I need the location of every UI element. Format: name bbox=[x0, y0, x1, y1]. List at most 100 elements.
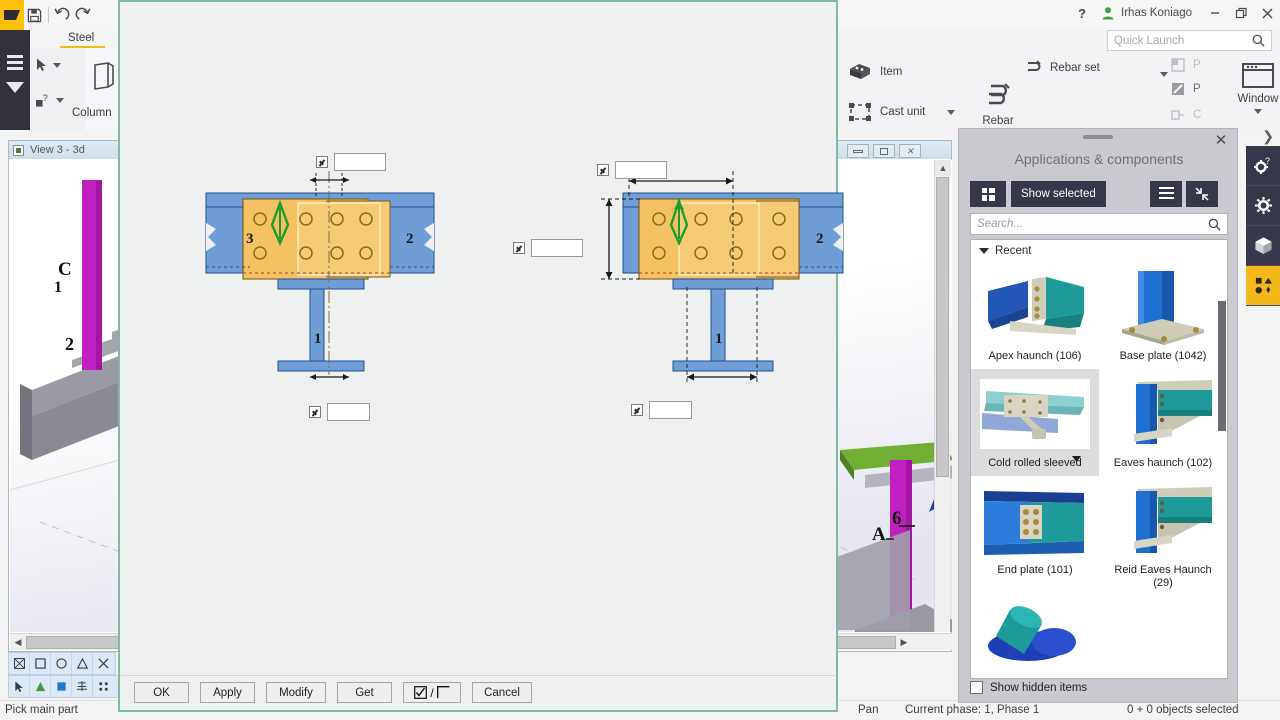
vertical-scroll-thumb[interactable] bbox=[936, 177, 949, 477]
chevron-down-icon[interactable] bbox=[1160, 72, 1168, 77]
cancel-button[interactable]: Cancel bbox=[472, 682, 532, 703]
component-tile-reid-eaves-haunch[interactable]: Reid Eaves Haunch (29) bbox=[1099, 476, 1227, 596]
show-hidden-items-row[interactable]: Show hidden items bbox=[970, 681, 1087, 694]
component-tile-cold-rolled-sleeved[interactable]: Cold rolled sleeved bbox=[971, 369, 1099, 476]
view-restore-button[interactable] bbox=[873, 144, 895, 158]
field-left-bottom-input[interactable] bbox=[327, 403, 370, 421]
tekla-logo-icon[interactable] bbox=[0, 0, 24, 30]
ribbon-item-dim-2[interactable]: P bbox=[1171, 82, 1201, 96]
snap-grid-icon[interactable] bbox=[72, 676, 93, 697]
scroll-right-icon[interactable]: ▶ bbox=[896, 635, 912, 650]
ok-button[interactable]: OK bbox=[134, 682, 189, 703]
panel-drag-grip[interactable] bbox=[1083, 135, 1113, 139]
hamburger-menu-icon[interactable] bbox=[7, 55, 23, 73]
tab-steel[interactable]: Steel bbox=[60, 32, 102, 44]
close-icon[interactable] bbox=[1254, 0, 1280, 26]
apply-button[interactable]: Apply bbox=[200, 682, 255, 703]
select-circle-icon[interactable] bbox=[51, 653, 72, 674]
view-close-button[interactable]: ✕ bbox=[899, 144, 921, 158]
toggle-select-all-button[interactable]: / bbox=[403, 682, 461, 703]
field-left-top-input[interactable] bbox=[334, 153, 386, 171]
applications-components-icon[interactable] bbox=[1246, 266, 1280, 306]
redo-icon[interactable] bbox=[73, 0, 95, 30]
help-settings-icon[interactable]: ? bbox=[1246, 146, 1280, 186]
restore-icon[interactable] bbox=[1228, 0, 1254, 26]
show-selected-button[interactable]: Show selected bbox=[1011, 181, 1106, 207]
component-tile-eaves-haunch[interactable]: Eaves haunch (102) bbox=[1099, 369, 1227, 476]
list-view-icon[interactable] bbox=[1150, 181, 1182, 207]
ribbon-item-item[interactable]: Item bbox=[848, 62, 902, 82]
panel-search-input[interactable]: Search... bbox=[970, 213, 1228, 235]
component-list[interactable]: Recent Apex haunch (106) Base plate (104… bbox=[970, 239, 1228, 679]
field-right-left-input[interactable] bbox=[531, 239, 583, 257]
undo-icon[interactable] bbox=[51, 0, 73, 30]
component-tile-base-plate[interactable]: Base plate (1042) bbox=[1099, 262, 1227, 369]
chevron-down-icon[interactable] bbox=[53, 62, 61, 68]
field-right-left[interactable] bbox=[513, 239, 583, 257]
cursor-arrow-icon[interactable] bbox=[36, 58, 61, 72]
ribbon-item-rebar-set[interactable]: Rebar set bbox=[1024, 60, 1100, 76]
panel-close-icon[interactable]: ✕ bbox=[1213, 132, 1229, 149]
select-none-icon[interactable] bbox=[93, 653, 114, 674]
ribbon-item-window[interactable]: Window bbox=[1223, 62, 1280, 117]
save-icon[interactable] bbox=[24, 0, 46, 30]
status-selection: 0 + 0 objects selected bbox=[1127, 704, 1239, 716]
snap-point-icon[interactable] bbox=[30, 676, 51, 697]
snap-square-icon[interactable] bbox=[51, 676, 72, 697]
recent-group-header[interactable]: Recent bbox=[971, 240, 1227, 262]
panel-expand-icon[interactable]: ❯ bbox=[1262, 128, 1274, 145]
field-right-bottom-input[interactable] bbox=[649, 401, 692, 419]
modify-button[interactable]: Modify bbox=[266, 682, 326, 703]
apex-haunch-thumbnail bbox=[975, 268, 1095, 346]
component-label-wrap: Cold rolled sleeved bbox=[975, 453, 1095, 472]
field-right-top[interactable] bbox=[597, 161, 667, 179]
field-left-bottom[interactable] bbox=[309, 403, 370, 421]
ribbon-item-item-label: Item bbox=[880, 66, 903, 78]
show-hidden-items-checkbox[interactable] bbox=[970, 681, 983, 694]
chevron-down-icon[interactable] bbox=[1254, 109, 1262, 114]
chevron-down-icon[interactable] bbox=[1072, 454, 1081, 467]
ribbon-item-cast-unit[interactable]: Cast unit bbox=[848, 102, 956, 122]
select-rect-icon[interactable] bbox=[30, 653, 51, 674]
field-right-top-input[interactable] bbox=[615, 161, 667, 179]
cube-icon[interactable] bbox=[1246, 226, 1280, 266]
eaves-haunch-thumbnail bbox=[1103, 375, 1223, 453]
field-left-bottom-checkbox[interactable] bbox=[309, 406, 321, 418]
get-button[interactable]: Get bbox=[337, 682, 392, 703]
minimize-icon[interactable] bbox=[1202, 0, 1228, 26]
field-right-top-checkbox[interactable] bbox=[597, 164, 609, 176]
component-tile-end-plate[interactable]: End plate (101) bbox=[971, 476, 1099, 596]
help-icon[interactable]: ? bbox=[1069, 0, 1095, 26]
chevron-down-icon[interactable] bbox=[6, 82, 24, 93]
snap-points-icon[interactable] bbox=[93, 676, 114, 697]
left-connection-drawing: 3 2 1 bbox=[205, 171, 435, 380]
scroll-left-icon[interactable]: ◀ bbox=[10, 635, 26, 650]
component-label bbox=[975, 662, 1095, 668]
quick-launch-input[interactable]: Quick Launch bbox=[1107, 30, 1272, 51]
component-tile-pipe-cloud[interactable] bbox=[971, 596, 1099, 672]
collapse-icon[interactable] bbox=[1186, 181, 1218, 207]
select-all-icon[interactable] bbox=[9, 653, 30, 674]
gear-icon[interactable] bbox=[1246, 186, 1280, 226]
view-minimize-button[interactable] bbox=[847, 144, 869, 158]
snap-cursor-icon[interactable] bbox=[9, 676, 30, 697]
field-left-top[interactable] bbox=[316, 153, 386, 171]
query-object-icon[interactable]: ? bbox=[36, 93, 64, 107]
switch-toolbar-row1 bbox=[8, 652, 116, 675]
field-right-bottom-checkbox[interactable] bbox=[631, 404, 643, 416]
field-right-left-checkbox[interactable] bbox=[513, 242, 525, 254]
field-left-top-checkbox[interactable] bbox=[316, 156, 328, 168]
user-icon[interactable] bbox=[1095, 0, 1121, 26]
view-vertical-scrollbar[interactable]: ▲ bbox=[934, 160, 951, 632]
grid-view-icon[interactable] bbox=[970, 181, 1006, 207]
scroll-thumb[interactable] bbox=[1218, 301, 1226, 431]
component-list-scrollbar[interactable] bbox=[1218, 241, 1226, 677]
view-title-label: View 3 - 3d bbox=[30, 144, 85, 156]
select-triangle-icon[interactable] bbox=[72, 653, 93, 674]
field-right-bottom[interactable] bbox=[631, 401, 692, 419]
chevron-down-icon[interactable] bbox=[56, 97, 64, 103]
scroll-up-icon[interactable]: ▲ bbox=[935, 160, 951, 176]
ribbon-dim-label-1: P bbox=[1193, 59, 1201, 71]
chevron-down-icon[interactable] bbox=[947, 109, 956, 115]
component-tile-apex-haunch[interactable]: Apex haunch (106) bbox=[971, 262, 1099, 369]
